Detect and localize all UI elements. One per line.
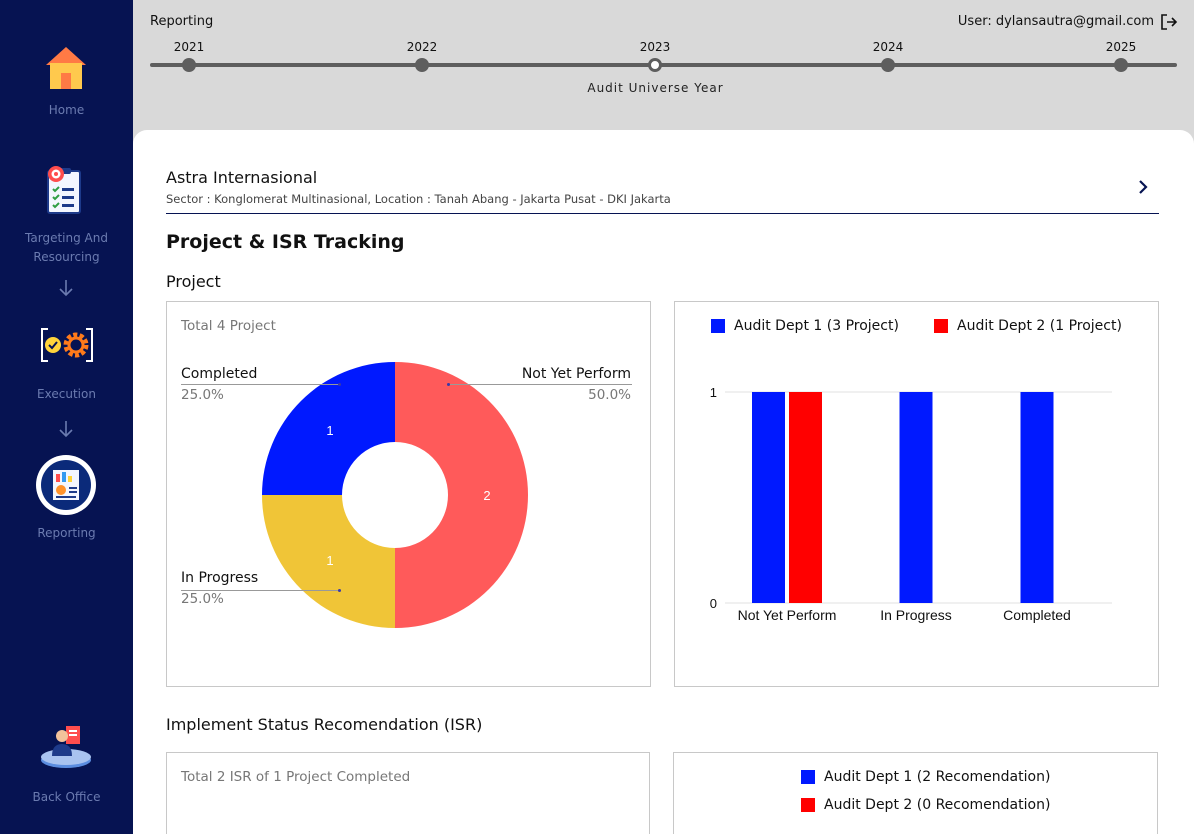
checklist-target-icon <box>47 166 81 214</box>
bar-not-yet-perform-series-0[interactable] <box>752 392 785 603</box>
isr-legend-item: Audit Dept 1 (2 Recomendation) <box>801 769 1050 785</box>
sidebar-item-label: Reporting <box>37 526 96 540</box>
pie-leader-line <box>181 590 339 591</box>
pie-legend-percent: 50.0% <box>588 387 631 403</box>
sidebar-item-label: Execution <box>37 387 96 401</box>
divider <box>166 213 1159 214</box>
pie-legend-percent: 25.0% <box>181 591 224 607</box>
chevron-right-icon[interactable] <box>1136 179 1150 195</box>
reporting-icon <box>36 455 96 515</box>
sidebar-item-label: Targeting And Resourcing <box>25 231 108 264</box>
legend-label: Audit Dept 1 (2 Recomendation) <box>824 769 1051 785</box>
arrow-down-icon <box>59 280 73 297</box>
project-dept-bar-chart: 0 1 Not Yet Perform In Progress Completed <box>710 385 1112 623</box>
page-title: Reporting <box>150 14 214 29</box>
pie-leader-dot <box>446 382 450 386</box>
home-icon <box>46 47 86 89</box>
project-status-pie-card: Total 4 Project 211 Not Yet Perform 50.0%… <box>166 301 651 687</box>
isr-total-card: Total 2 ISR of 1 Project Completed <box>166 752 650 834</box>
legend-swatch <box>801 798 815 812</box>
sidebar-item-label: Home <box>48 103 85 117</box>
pie-slice-not-yet-perform[interactable] <box>395 362 528 628</box>
pie-slice-value: 1 <box>326 553 333 568</box>
bar-x-tick-label: Not Yet Perform <box>738 607 837 623</box>
timeline-year-2025[interactable] <box>1114 58 1128 72</box>
timeline-year-2021[interactable] <box>182 58 196 72</box>
project-subtitle: Project <box>166 272 221 291</box>
isr-total-caption: Total 2 ISR of 1 Project Completed <box>181 769 411 785</box>
bar-not-yet-perform-series-1[interactable] <box>789 392 822 603</box>
timeline-year-label: 2022 <box>406 40 438 54</box>
pie-leader-dot <box>337 588 341 592</box>
header: Reporting User: dylansautra@gmail.com 20… <box>133 0 1194 140</box>
arrow-down-icon <box>59 421 73 438</box>
timeline-year-label: 2024 <box>872 40 904 54</box>
back-office-icon <box>41 726 91 768</box>
company-name: Astra Internasional <box>166 168 318 187</box>
pie-leader-dot <box>337 382 341 386</box>
pie-slice-value: 2 <box>483 488 490 503</box>
bar-in-progress-series-0[interactable] <box>899 392 933 603</box>
pie-leader-line <box>181 384 339 385</box>
timeline-track <box>150 63 1177 67</box>
timeline-year-2024[interactable] <box>881 58 895 72</box>
logout-icon[interactable] <box>1160 13 1178 31</box>
pie-leader-line <box>448 384 632 385</box>
sidebar: Home Targeting And Resourcing Execution … <box>0 0 133 834</box>
bar-completed-series-0[interactable] <box>1020 392 1054 603</box>
timeline-caption: Audit Universe Year <box>587 81 724 95</box>
timeline-year-2023[interactable] <box>648 58 662 72</box>
isr-subtitle: Implement Status Recomendation (ISR) <box>166 715 483 734</box>
bar-x-tick-label: Completed <box>1003 607 1071 623</box>
legend-label: Audit Dept 2 (0 Recomendation) <box>824 797 1051 813</box>
section-title: Project & ISR Tracking <box>166 231 405 253</box>
pie-slice-value: 1 <box>326 423 333 438</box>
legend-swatch <box>801 770 815 784</box>
timeline-year-label: 2021 <box>173 40 205 54</box>
pie-legend-label: Not Yet Perform <box>521 366 631 382</box>
company-meta: Sector : Konglomerat Multinasional, Loca… <box>166 192 671 206</box>
bar-y-tick-label: 0 <box>710 596 717 611</box>
main-panel: Astra Internasional Sector : Konglomerat… <box>133 130 1194 834</box>
bar-x-tick-label: In Progress <box>880 607 952 623</box>
pie-legend-label: In Progress <box>181 570 259 586</box>
pie-legend-percent: 25.0% <box>181 387 224 403</box>
isr-dept-card: Audit Dept 1 (2 Recomendation) Audit Dep… <box>673 752 1158 834</box>
project-dept-bar-card: Audit Dept 1 (3 Project) Audit Dept 2 (1 … <box>674 301 1159 687</box>
timeline-year-2022[interactable] <box>415 58 429 72</box>
sidebar-item-label: Back Office <box>32 790 101 804</box>
execution-gear-icon <box>41 328 93 362</box>
user-email: User: dylansautra@gmail.com <box>957 14 1154 29</box>
timeline-year-label: 2025 <box>1105 40 1137 54</box>
pie-legend-label: Completed <box>181 366 258 382</box>
isr-legend-item: Audit Dept 2 (0 Recomendation) <box>801 797 1050 813</box>
project-status-donut-chart: 2 1 1 <box>262 362 528 628</box>
timeline-year-label: 2023 <box>639 40 671 54</box>
bar-y-tick-label: 1 <box>710 385 717 400</box>
